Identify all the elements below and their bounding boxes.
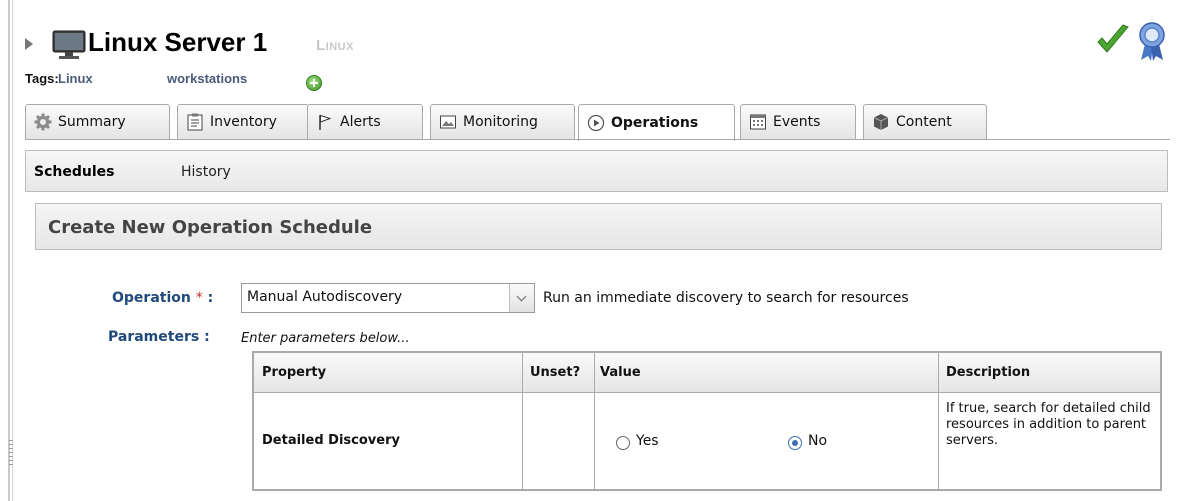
radio-yes[interactable] [616,436,630,450]
subtab-bar: Schedules History [25,150,1168,192]
chevron-down-icon[interactable] [509,284,534,312]
tab-divider [25,139,1170,140]
property-name: Detailed Discovery [262,433,400,448]
tab-inventory[interactable]: Inventory [177,104,309,139]
required-marker: * [195,290,203,306]
header-value: Value [600,365,641,380]
resource-view: Linux Server 1 Linux Tags: Linux worksta… [0,0,1180,501]
column-divider [938,353,939,489]
play-icon [587,114,605,132]
tab-label: Monitoring [463,114,538,130]
clipboard-icon [187,113,203,131]
radio-no-label[interactable]: No [808,433,827,449]
tab-content[interactable]: Content [863,104,987,139]
add-tag-icon[interactable] [306,75,322,91]
header-property: Property [262,365,327,380]
subtab-schedules[interactable]: Schedules [34,164,114,180]
parameters-table: Property Unset? Value Description Detail… [252,351,1162,491]
tab-label: Alerts [340,114,381,130]
tab-summary[interactable]: Summary [25,104,170,139]
column-divider [594,353,595,489]
tag-linux[interactable]: Linux [58,71,93,86]
left-border-inner [12,0,13,501]
column-divider [522,353,523,489]
operation-description: Run an immediate discovery to search for… [543,290,909,306]
resize-handle[interactable] [9,440,13,468]
resource-type-label: Linux [316,37,354,54]
calendar-icon [750,114,766,130]
ribbon-badge-icon[interactable] [1138,22,1166,62]
tab-label: Operations [611,115,699,131]
parameters-hint: Enter parameters below... [241,331,410,346]
tags-label: Tags: [25,71,59,86]
package-icon [873,114,889,130]
tab-label: Summary [58,114,126,130]
monitor-icon [52,30,86,59]
radio-no[interactable] [788,436,802,450]
operation-select-value: Manual Autodiscovery [247,289,403,305]
header-unset: Unset? [530,365,581,380]
property-description: If true, search for detailed child resou… [946,401,1151,448]
tags-row: Tags: Linux workstations [25,71,247,86]
operation-select[interactable]: Manual Autodiscovery [241,283,535,313]
parameters-label: Parameters : [108,329,210,345]
tab-events[interactable]: Events [740,104,856,139]
tab-operations[interactable]: Operations [578,104,735,141]
section-header: Create New Operation Schedule [35,203,1162,250]
tab-label: Content [896,114,952,130]
tab-alerts[interactable]: Alerts [307,104,423,139]
resource-title: Linux Server 1 [88,27,268,57]
tab-label: Inventory [210,114,277,130]
header-description: Description [946,365,1031,380]
section-title: Create New Operation Schedule [48,217,373,238]
expand-arrow-icon[interactable] [25,38,33,50]
flag-icon [319,114,332,130]
left-border [8,0,10,501]
tab-label: Events [773,114,821,130]
tab-monitoring[interactable]: Monitoring [430,104,575,139]
tag-workstations[interactable]: workstations [167,71,247,86]
picture-icon [440,115,456,129]
radio-yes-label[interactable]: Yes [636,433,659,449]
subtab-history[interactable]: History [181,164,231,180]
availability-check-icon [1097,24,1129,53]
gear-icon [34,113,52,131]
operation-label: Operation * : [112,290,214,306]
